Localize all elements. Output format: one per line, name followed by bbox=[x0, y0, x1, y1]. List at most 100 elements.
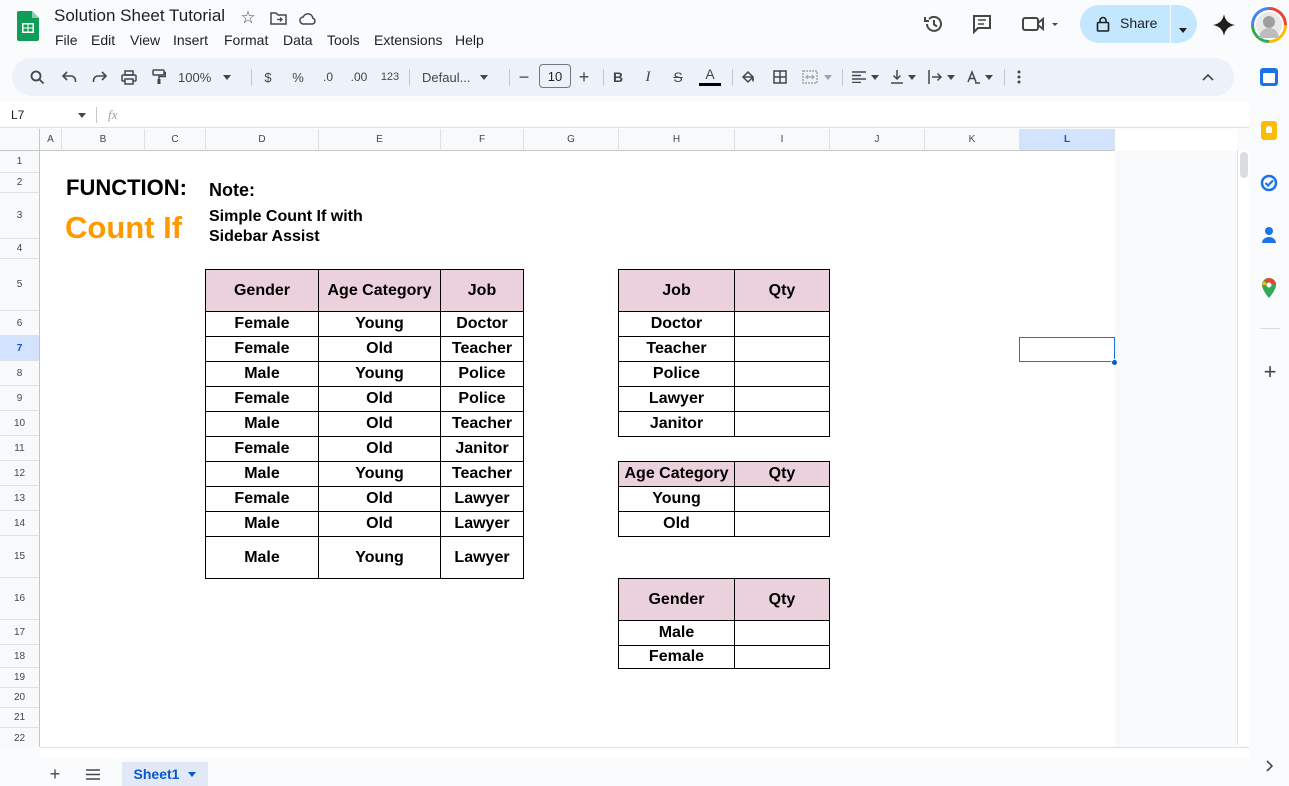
main-table-cell[interactable]: Lawyer bbox=[440, 486, 524, 512]
main-table-cell[interactable]: Female bbox=[205, 311, 319, 337]
note-line-1[interactable]: Simple Count If with bbox=[209, 208, 363, 226]
collapse-menus-icon[interactable] bbox=[1198, 58, 1218, 96]
row-header-7[interactable]: 7 bbox=[0, 336, 40, 361]
version-history-icon[interactable] bbox=[922, 12, 946, 36]
paint-format-icon[interactable] bbox=[148, 58, 170, 96]
gender-table-cell[interactable]: Male bbox=[618, 620, 735, 646]
age-table-cell[interactable]: Old bbox=[618, 511, 735, 537]
job-table-cell[interactable] bbox=[734, 336, 830, 362]
main-table-cell[interactable]: Old bbox=[318, 386, 441, 412]
move-folder-icon[interactable] bbox=[268, 9, 288, 27]
row-header-3[interactable]: 3 bbox=[0, 193, 40, 239]
bold-button[interactable]: B bbox=[609, 58, 627, 96]
main-table-cell[interactable]: Young bbox=[318, 461, 441, 487]
select-all-corner[interactable] bbox=[0, 129, 40, 151]
show-side-panel-icon[interactable] bbox=[1262, 756, 1278, 776]
number-format-button[interactable]: 123 bbox=[378, 58, 402, 96]
menu-file[interactable]: File bbox=[55, 32, 78, 48]
vertical-scrollbar-track[interactable] bbox=[1237, 150, 1249, 745]
main-table-cell[interactable]: Male bbox=[205, 536, 319, 579]
main-table-cell[interactable]: Lawyer bbox=[440, 511, 524, 537]
gender-table-cell[interactable] bbox=[734, 620, 830, 646]
main-table-cell[interactable]: Male bbox=[205, 411, 319, 437]
function-label[interactable]: FUNCTION: bbox=[66, 175, 187, 201]
main-table-cell[interactable]: Female bbox=[205, 486, 319, 512]
main-table-header-cell[interactable]: Gender bbox=[205, 269, 319, 312]
text-color-button[interactable]: A bbox=[698, 58, 722, 96]
note-line-2[interactable]: Sidebar Assist bbox=[209, 228, 320, 246]
text-wrapping-icon[interactable] bbox=[925, 58, 957, 96]
increase-font-size-button[interactable]: + bbox=[575, 58, 593, 96]
row-header-11[interactable]: 11 bbox=[0, 436, 40, 461]
name-box[interactable]: L7 bbox=[0, 102, 96, 127]
column-header-b[interactable]: B bbox=[62, 129, 145, 151]
all-sheets-icon[interactable] bbox=[82, 764, 104, 784]
main-table-cell[interactable]: Young bbox=[318, 536, 441, 579]
column-header-e[interactable]: E bbox=[319, 129, 441, 151]
age-table-cell[interactable] bbox=[734, 511, 830, 537]
main-table-cell[interactable]: Teacher bbox=[440, 411, 524, 437]
redo-icon[interactable] bbox=[88, 58, 110, 96]
main-table-cell[interactable]: Male bbox=[205, 511, 319, 537]
share-dropdown-icon[interactable] bbox=[1178, 21, 1188, 39]
column-header-i[interactable]: I bbox=[735, 129, 830, 151]
get-addons-icon[interactable]: + bbox=[1258, 359, 1282, 384]
main-table-cell[interactable]: Old bbox=[318, 436, 441, 462]
vertical-align-icon[interactable] bbox=[887, 58, 919, 96]
undo-icon[interactable] bbox=[58, 58, 80, 96]
main-table-cell[interactable]: Police bbox=[440, 361, 524, 387]
note-label[interactable]: Note: bbox=[209, 180, 255, 201]
row-header-8[interactable]: 8 bbox=[0, 361, 40, 386]
currency-format-button[interactable]: $ bbox=[258, 58, 278, 96]
main-table-cell[interactable]: Teacher bbox=[440, 461, 524, 487]
decrease-decimal-button[interactable]: .0 bbox=[316, 58, 340, 96]
job-table-header-cell[interactable]: Job bbox=[618, 269, 735, 312]
text-rotation-icon[interactable] bbox=[963, 58, 995, 96]
gemini-icon[interactable] bbox=[1211, 12, 1237, 38]
menu-tools[interactable]: Tools bbox=[327, 32, 360, 48]
row-header-16[interactable]: 16 bbox=[0, 578, 40, 620]
keep-icon[interactable] bbox=[1261, 121, 1277, 140]
main-table-cell[interactable]: Male bbox=[205, 361, 319, 387]
formula-input[interactable] bbox=[132, 104, 1242, 126]
column-header-l[interactable]: L bbox=[1020, 129, 1115, 151]
main-table-cell[interactable]: Female bbox=[205, 336, 319, 362]
name-box-dropdown-icon[interactable] bbox=[78, 113, 86, 118]
column-header-g[interactable]: G bbox=[524, 129, 619, 151]
merge-cells-icon[interactable] bbox=[799, 58, 835, 96]
main-table-cell[interactable]: Old bbox=[318, 336, 441, 362]
row-header-17[interactable]: 17 bbox=[0, 620, 40, 645]
row-header-14[interactable]: 14 bbox=[0, 511, 40, 536]
function-name[interactable]: Count If bbox=[65, 210, 182, 246]
horizontal-scrollbar[interactable] bbox=[40, 747, 1249, 758]
main-table-cell[interactable]: Police bbox=[440, 386, 524, 412]
row-header-5[interactable]: 5 bbox=[0, 259, 40, 311]
main-table-cell[interactable]: Female bbox=[205, 386, 319, 412]
column-header-f[interactable]: F bbox=[441, 129, 524, 151]
meet-icon[interactable] bbox=[1020, 12, 1060, 36]
job-table-cell[interactable] bbox=[734, 361, 830, 387]
row-header-18[interactable]: 18 bbox=[0, 645, 40, 668]
menu-extensions[interactable]: Extensions bbox=[374, 32, 442, 48]
italic-button[interactable]: I bbox=[639, 58, 657, 96]
fill-handle[interactable] bbox=[1111, 359, 1118, 366]
main-table-cell[interactable]: Janitor bbox=[440, 436, 524, 462]
document-title[interactable]: Solution Sheet Tutorial bbox=[54, 6, 225, 26]
tab-sheet1[interactable]: Sheet1 bbox=[122, 762, 208, 786]
row-header-6[interactable]: 6 bbox=[0, 311, 40, 336]
main-table-cell[interactable]: Doctor bbox=[440, 311, 524, 337]
row-header-22[interactable]: 22 bbox=[0, 728, 40, 747]
row-header-20[interactable]: 20 bbox=[0, 688, 40, 708]
search-menus-icon[interactable] bbox=[26, 58, 48, 96]
main-table-cell[interactable]: Old bbox=[318, 411, 441, 437]
selected-cell-l7[interactable] bbox=[1019, 337, 1115, 362]
job-table-header-cell[interactable]: Qty bbox=[734, 269, 830, 312]
main-table-cell[interactable]: Young bbox=[318, 311, 441, 337]
job-table-cell[interactable]: Doctor bbox=[618, 311, 735, 337]
percent-format-button[interactable]: % bbox=[288, 58, 308, 96]
strikethrough-button[interactable]: S bbox=[669, 58, 687, 96]
row-header-9[interactable]: 9 bbox=[0, 386, 40, 411]
row-header-15[interactable]: 15 bbox=[0, 536, 40, 578]
star-icon[interactable]: ☆ bbox=[238, 8, 258, 28]
gender-table-header-cell[interactable]: Qty bbox=[734, 578, 830, 621]
